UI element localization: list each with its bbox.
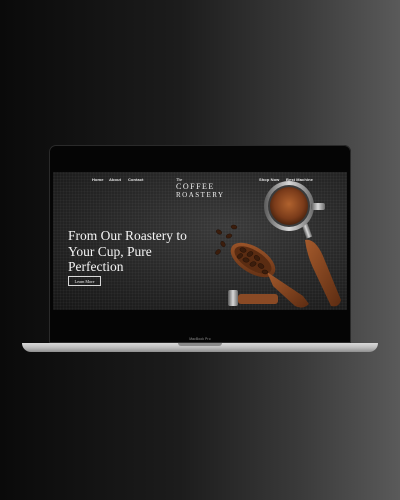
hero-headline: From Our Roastery to Your Cup, Pure Perf… <box>68 228 187 274</box>
learn-more-button[interactable]: Learn More <box>68 276 101 286</box>
nav-link-home[interactable]: Home <box>92 177 104 182</box>
laptop-model-label: MacBook Pro <box>189 337 211 341</box>
nav-link-best-machine[interactable]: Best Machine <box>286 177 313 182</box>
portafilter-basket <box>264 181 325 231</box>
nav-link-contact[interactable]: Contact <box>128 177 144 182</box>
coffee-tamper <box>228 290 278 306</box>
website-screen: Home About Contact Shop Now Best Machine… <box>53 172 347 310</box>
nav-link-about[interactable]: About <box>109 177 121 182</box>
logo-line-coffee: COFFEE <box>176 182 215 191</box>
logo-line-roastery: ROASTERY <box>176 191 225 199</box>
laptop-mockup: Home About Contact Shop Now Best Machine… <box>0 0 400 500</box>
laptop-hinge-notch <box>178 343 222 346</box>
brand-logo[interactable]: The COFFEE ROASTERY <box>176 178 225 199</box>
portafilter-handle <box>301 223 341 307</box>
nav-link-shop-now[interactable]: Shop Now <box>259 177 279 182</box>
